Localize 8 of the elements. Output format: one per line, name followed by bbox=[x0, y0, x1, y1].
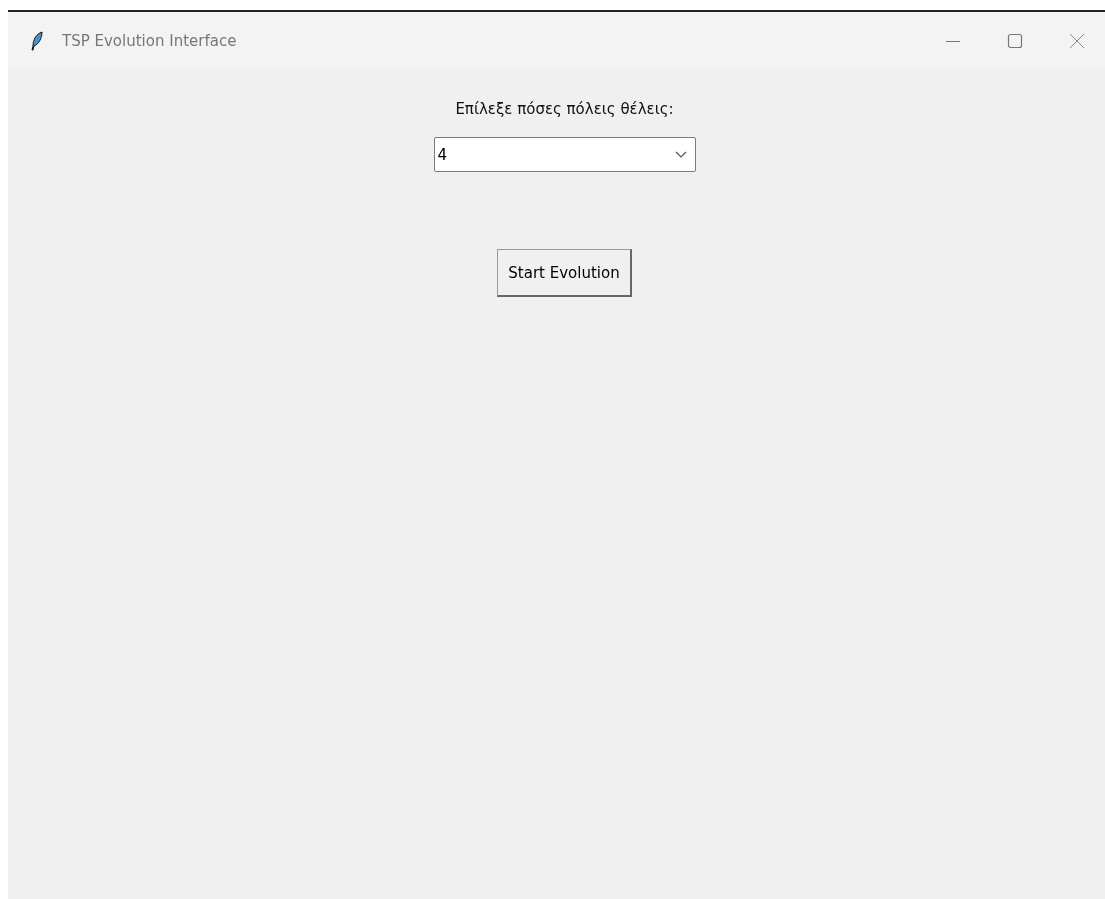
prompt-label: Επίλεξε πόσες πόλεις θέλεις: bbox=[455, 100, 674, 118]
close-icon[interactable] bbox=[1069, 32, 1085, 49]
start-evolution-button[interactable]: Start Evolution bbox=[497, 249, 632, 297]
feather-icon bbox=[30, 30, 44, 51]
maximize-icon[interactable] bbox=[1007, 32, 1023, 49]
city-count-dropdown[interactable]: 4 bbox=[433, 137, 696, 172]
window-title: TSP Evolution Interface bbox=[62, 31, 237, 50]
chevron-down-icon bbox=[674, 150, 687, 159]
